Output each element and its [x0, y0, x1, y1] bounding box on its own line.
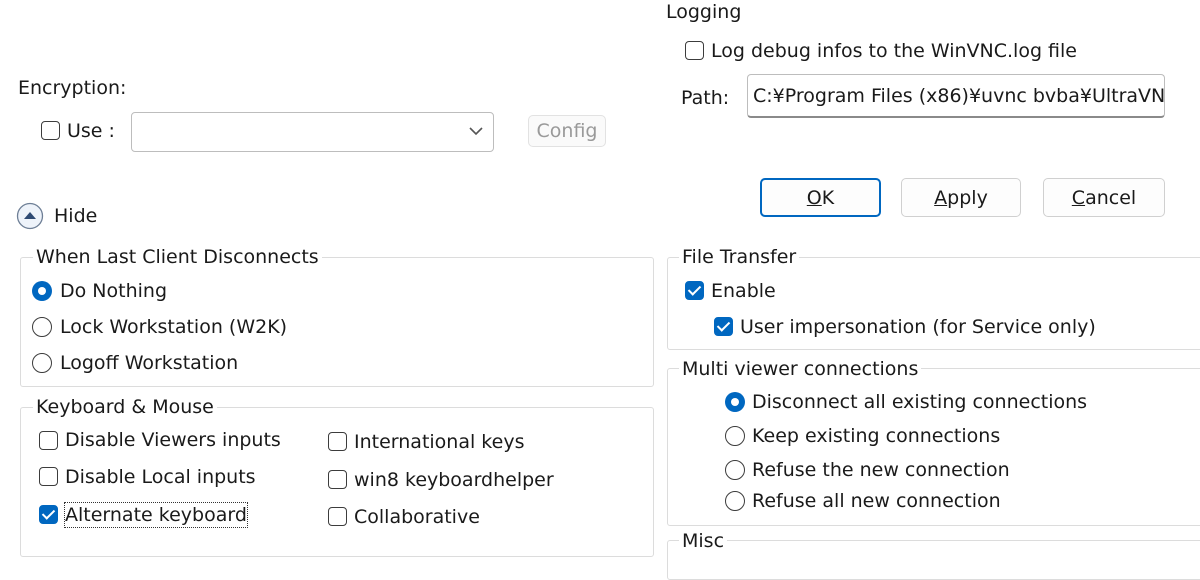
encryption-select[interactable]: [131, 112, 494, 152]
radio-disconnect-all-label[interactable]: Disconnect all existing connections: [752, 390, 1087, 414]
file-transfer-title: File Transfer: [679, 245, 800, 269]
user-impersonation-label[interactable]: User impersonation (for Service only): [740, 315, 1096, 339]
log-debug-label[interactable]: Log debug infos to the WinVNC.log file: [711, 39, 1077, 63]
ok-button-mnemonic: O: [806, 186, 822, 209]
ok-button-label: K: [821, 186, 835, 209]
encryption-use-checkbox[interactable]: [41, 121, 60, 140]
cancel-button-label: ancel: [1085, 186, 1137, 209]
collapse-up-icon[interactable]: [16, 202, 44, 230]
misc-title: Misc: [679, 529, 728, 553]
radio-disconnect-all[interactable]: [725, 392, 745, 412]
radio-refuse-all-new-label[interactable]: Refuse all new connection: [752, 489, 1001, 513]
cancel-button[interactable]: Cancel: [1043, 178, 1165, 217]
radio-logoff-workstation[interactable]: [32, 353, 52, 373]
win8-keyboardhelper-label[interactable]: win8 keyboardhelper: [354, 468, 554, 492]
disable-local-inputs-checkbox[interactable]: [39, 467, 58, 486]
collaborative-checkbox[interactable]: [328, 507, 347, 526]
radio-lock-workstation-label[interactable]: Lock Workstation (W2K): [60, 315, 287, 339]
radio-refuse-new-label[interactable]: Refuse the new connection: [752, 458, 1010, 482]
radio-refuse-new[interactable]: [725, 460, 745, 480]
user-impersonation-checkbox[interactable]: [714, 317, 733, 336]
keyboard-group-title: Keyboard & Mouse: [33, 395, 217, 419]
ok-button[interactable]: OK: [760, 178, 881, 217]
alternate-keyboard-checkbox[interactable]: [39, 505, 58, 524]
win8-keyboardhelper-checkbox[interactable]: [328, 470, 347, 489]
log-debug-checkbox[interactable]: [685, 41, 704, 60]
logging-title: Logging: [666, 1, 742, 23]
log-path-value: C:¥Program Files (x86)¥uvnc bvba¥UltraVN…: [753, 85, 1165, 107]
radio-lock-workstation[interactable]: [32, 317, 52, 337]
apply-button-mnemonic: A: [934, 186, 948, 209]
apply-button[interactable]: Apply: [901, 178, 1021, 217]
multi-viewer-title: Multi viewer connections: [679, 357, 922, 381]
radio-refuse-all-new[interactable]: [725, 491, 745, 511]
radio-keep-existing-label[interactable]: Keep existing connections: [752, 424, 1000, 448]
file-transfer-enable-checkbox[interactable]: [685, 281, 704, 300]
path-label: Path:: [681, 87, 730, 109]
disconnect-group-title: When Last Client Disconnects: [33, 245, 322, 269]
disable-viewers-inputs-label[interactable]: Disable Viewers inputs: [65, 428, 281, 452]
international-keys-checkbox[interactable]: [328, 432, 347, 451]
radio-do-nothing[interactable]: [32, 281, 52, 301]
hide-label[interactable]: Hide: [54, 204, 97, 228]
chevron-down-icon: [469, 127, 483, 136]
log-path-input[interactable]: C:¥Program Files (x86)¥uvnc bvba¥UltraVN…: [747, 74, 1165, 118]
radio-logoff-workstation-label[interactable]: Logoff Workstation: [60, 351, 238, 375]
alternate-keyboard-label[interactable]: Alternate keyboard: [64, 502, 248, 528]
encryption-use-label[interactable]: Use :: [67, 119, 115, 143]
radio-do-nothing-label[interactable]: Do Nothing: [60, 279, 167, 303]
misc-group: [667, 540, 1200, 580]
encryption-title: Encryption:: [18, 77, 127, 99]
disable-local-inputs-label[interactable]: Disable Local inputs: [65, 465, 256, 489]
file-transfer-enable-label[interactable]: Enable: [711, 279, 776, 303]
radio-keep-existing[interactable]: [725, 426, 745, 446]
international-keys-label[interactable]: International keys: [354, 430, 524, 454]
collaborative-label[interactable]: Collaborative: [354, 505, 480, 529]
disable-viewers-inputs-checkbox[interactable]: [39, 431, 58, 450]
cancel-button-mnemonic: C: [1071, 186, 1086, 209]
apply-button-label: pply: [947, 186, 988, 209]
encryption-config-button[interactable]: Config: [528, 115, 606, 147]
